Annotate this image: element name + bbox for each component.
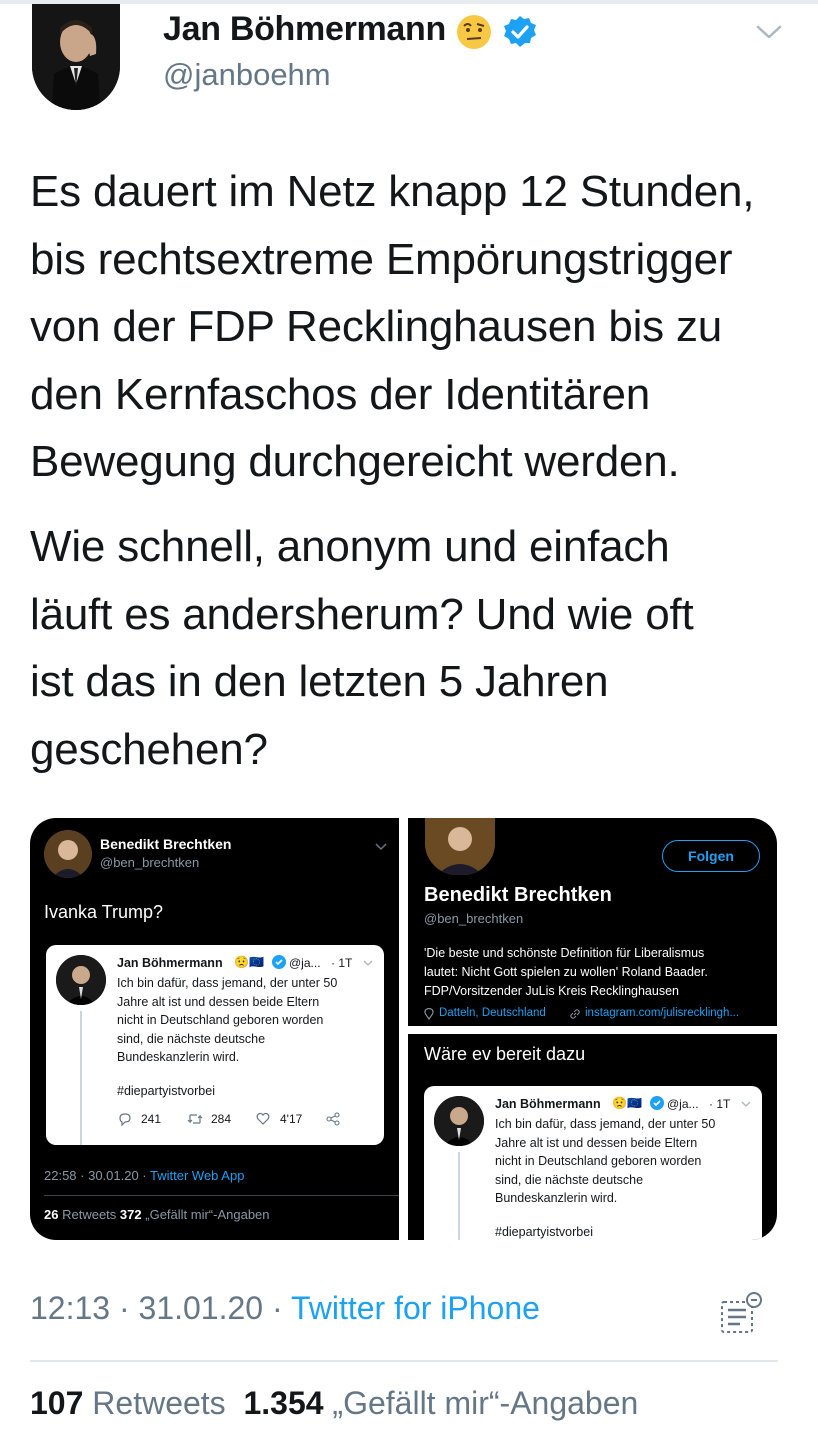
footer-divider bbox=[30, 1360, 778, 1362]
retweet-icon bbox=[187, 1112, 203, 1131]
embedded-author-handle: @ben_brechtken bbox=[100, 855, 200, 870]
author-avatar-image bbox=[32, 4, 120, 110]
quoted-line: Bundeskanzlerin wird. bbox=[117, 1050, 240, 1064]
tweet-line: Wie schnell, anonym und einfach bbox=[30, 522, 670, 571]
tweet-paragraph-2: Wie schnell, anonym und einfach läuft es… bbox=[30, 513, 800, 783]
embedded-divider bbox=[44, 1195, 399, 1196]
quoted-tweet-card: Jan Böhmermann 😟🇪🇺 @ja... · 1T Ich bin d… bbox=[46, 945, 384, 1145]
embedded-timestamp: 22:58 · 30.01.20 · Twitter Web App bbox=[44, 1168, 244, 1183]
media-image-right-top[interactable]: Folgen Benedikt Brechtken @ben_brechtken… bbox=[408, 818, 777, 1026]
author-avatar[interactable] bbox=[32, 4, 120, 110]
embedded-tweet-text: Ivanka Trump? bbox=[44, 902, 164, 922]
like-count: 4'17 bbox=[280, 1112, 303, 1126]
author-handle[interactable]: @janboehm bbox=[163, 57, 331, 93]
tweet-timestamp: 12:13 · 31.01.20 · Twitter for iPhone bbox=[30, 1290, 540, 1327]
quoted-age: · 1T bbox=[331, 956, 353, 970]
chevron-down-icon bbox=[741, 1095, 751, 1113]
media-image-right-bottom[interactable]: Wäre ev bereit dazu Jan Böhmermann 😟🇪🇺 @… bbox=[408, 1034, 777, 1240]
quoted-line: Jahre alt ist und dessen beide Eltern bbox=[117, 994, 320, 1009]
quoted-text: Ich bin dafür, dass jemand, der unter 50… bbox=[495, 1115, 715, 1208]
embedded-stats: 26 Retweets 372 „Gefällt mir“-Angaben bbox=[44, 1207, 270, 1222]
verified-badge-icon bbox=[502, 14, 538, 50]
retweet-count: 284 bbox=[211, 1112, 232, 1126]
bio-line: lautet: Nicht Gott spielen zu wollen' Ro… bbox=[424, 965, 708, 979]
like-count[interactable]: 1.354 bbox=[243, 1385, 323, 1421]
quoted-line: Ich bin dafür, dass jemand, der unter 50 bbox=[117, 976, 338, 990]
quoted-line: nicht in Deutschland geboren worden bbox=[495, 1154, 702, 1168]
top-divider bbox=[0, 0, 818, 4]
reply-icon bbox=[118, 1112, 132, 1131]
tweet-line: bis rechtsextreme Empörungstrigger bbox=[30, 234, 733, 284]
tweet-analytics-icon[interactable] bbox=[718, 1290, 766, 1336]
tweet-line: läuft es andersherum? Und wie oft bbox=[30, 589, 694, 639]
quoted-avatar bbox=[434, 1096, 484, 1146]
quoted-line: sind, die nächste deutsche bbox=[117, 1031, 266, 1046]
thread-line bbox=[80, 1011, 82, 1145]
tweet-line: ist das in den letzten 5 Jahren bbox=[30, 657, 609, 706]
media-image-left[interactable]: Benedikt Brechtken @ben_brechtken Ivanka… bbox=[30, 818, 399, 1240]
tweet-stats: 107 Retweets 1.354 „Gefällt mir“-Angaben bbox=[30, 1385, 638, 1422]
chevron-down-icon bbox=[363, 954, 373, 972]
quoted-author-handle: @ja... bbox=[289, 956, 321, 970]
quoted-author-name: Jan Böhmermann bbox=[495, 1097, 601, 1111]
quoted-age: · 1T bbox=[709, 1097, 731, 1111]
quoted-line: Ich bin dafür, dass jemand, der unter 50 bbox=[495, 1117, 716, 1131]
media-grid[interactable]: Benedikt Brechtken @ben_brechtken Ivanka… bbox=[30, 818, 777, 1240]
embedded-source: Twitter Web App bbox=[150, 1168, 245, 1183]
tweet-line: Es dauert im Netz knapp 12 Stunden, bbox=[30, 167, 755, 216]
quoted-line: Bundeskanzlerin wird. bbox=[495, 1191, 618, 1205]
link-icon bbox=[569, 1007, 581, 1025]
quoted-line: nicht in Deutschland geboren worden bbox=[117, 1013, 324, 1027]
quoted-line: Jahre alt ist und dessen beide Eltern bbox=[495, 1135, 698, 1150]
embedded-author-name: Benedikt Brechtken bbox=[100, 836, 232, 852]
embedded-rt-count: 26 bbox=[44, 1207, 59, 1222]
emoji-flags-icon: 😟🇪🇺 bbox=[612, 1096, 642, 1110]
quoted-hashtag: #diepartyistvorbei bbox=[117, 1084, 215, 1098]
profile-bio: 'Die beste und schönste Definition für L… bbox=[424, 944, 708, 1001]
like-icon bbox=[256, 1112, 270, 1130]
quoted-text: Ich bin dafür, dass jemand, der unter 50… bbox=[117, 974, 337, 1067]
tweet-line: geschehen? bbox=[30, 724, 268, 774]
tweet-source-link[interactable]: Twitter for iPhone bbox=[291, 1290, 540, 1326]
share-icon bbox=[326, 1112, 340, 1131]
retweet-label[interactable]: Retweets bbox=[92, 1385, 225, 1421]
bio-line: FDP/Vorsitzender JuLis Kreis Recklinghau… bbox=[424, 984, 679, 998]
tweet-line: den Kernfaschos der Identitären bbox=[30, 369, 650, 419]
reply-count: 241 bbox=[141, 1112, 162, 1126]
quoted-tweet-card: Jan Böhmermann 😟🇪🇺 @ja... · 1T Ich bin d… bbox=[424, 1086, 762, 1240]
embedded-rt-label: Retweets bbox=[62, 1207, 117, 1222]
tweet-line: von der FDP Recklinghausen bis zu bbox=[30, 302, 723, 351]
quoted-avatar bbox=[56, 955, 106, 1005]
chevron-down-icon bbox=[375, 838, 387, 856]
quoted-author-name: Jan Böhmermann bbox=[117, 956, 223, 970]
quoted-hashtag: #diepartyistvorbei bbox=[495, 1225, 593, 1239]
verified-badge-icon bbox=[272, 955, 286, 974]
profile-handle: @ben_brechtken bbox=[424, 911, 524, 926]
follow-button[interactable]: Folgen bbox=[662, 840, 760, 872]
quoted-line: sind, die nächste deutsche bbox=[495, 1172, 644, 1187]
embedded-avatar bbox=[44, 830, 92, 878]
tweet-line: Bewegung durchgereicht werden. bbox=[30, 437, 680, 486]
embedded-time: 22:58 · 30.01.20 · bbox=[44, 1168, 151, 1183]
embedded-like-count: 372 bbox=[119, 1207, 142, 1222]
chevron-down-icon[interactable] bbox=[754, 22, 784, 42]
retweet-count[interactable]: 107 bbox=[30, 1385, 83, 1421]
like-label[interactable]: „Gefällt mir“-Angaben bbox=[332, 1385, 638, 1421]
quoted-author-handle: @ja... bbox=[667, 1097, 699, 1111]
verified-badge-icon bbox=[650, 1096, 664, 1115]
bio-line: 'Die beste und schönste Definition für L… bbox=[424, 946, 705, 960]
location-pin-icon bbox=[424, 1007, 434, 1025]
embedded-tweet-text: Wäre ev bereit dazu bbox=[424, 1044, 586, 1064]
author-name[interactable]: Jan Böhmermann bbox=[163, 10, 446, 49]
embedded-like-label: „Gefällt mir“-Angaben bbox=[145, 1207, 270, 1222]
raised-eyebrow-emoji-icon bbox=[456, 14, 492, 50]
profile-link[interactable]: instagram.com/julisrecklingh... bbox=[585, 1007, 739, 1019]
profile-avatar bbox=[422, 818, 498, 878]
tweet-time: 12:13 · 31.01.20 · bbox=[30, 1290, 291, 1326]
profile-name: Benedikt Brechtken bbox=[424, 884, 612, 906]
profile-location: Datteln, Deutschland bbox=[439, 1007, 546, 1019]
thread-line bbox=[458, 1152, 460, 1240]
emoji-flags-icon: 😟🇪🇺 bbox=[234, 955, 264, 969]
tweet-paragraph-1: Es dauert im Netz knapp 12 Stunden, bis … bbox=[30, 158, 800, 496]
